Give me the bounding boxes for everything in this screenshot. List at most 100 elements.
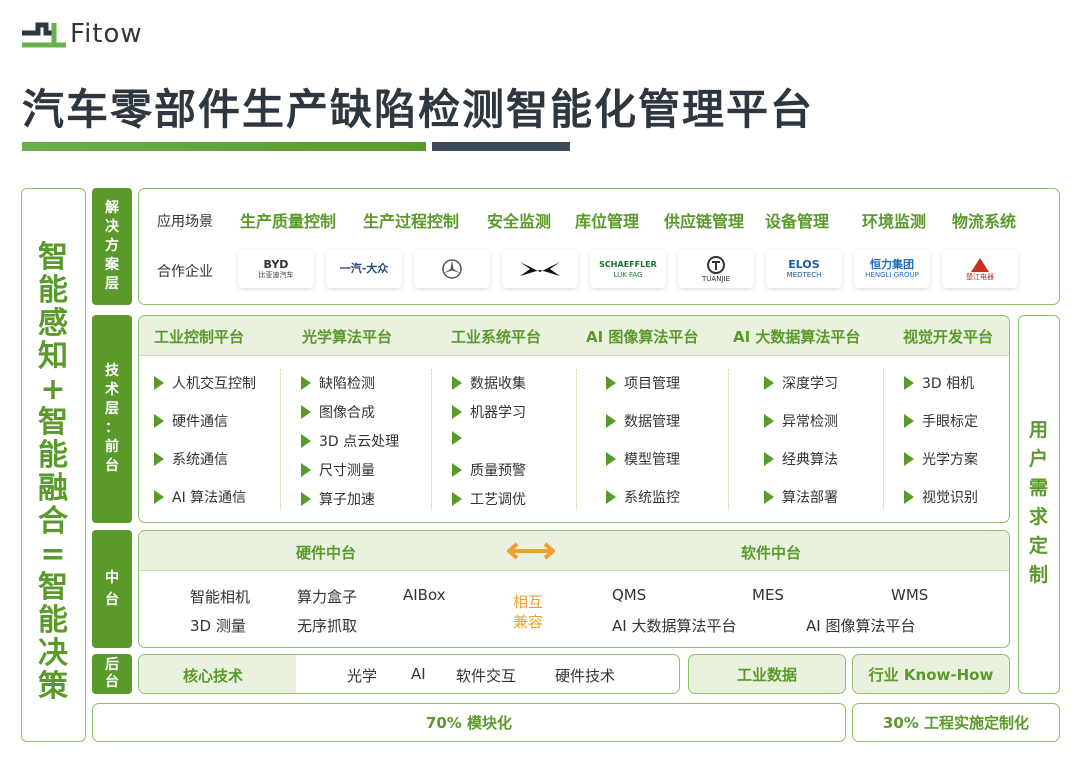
partner-name: SCHAEFFLER	[599, 259, 657, 269]
layer-tab-back: 后台	[92, 654, 132, 694]
partner-sub: MEDTECH	[786, 270, 822, 279]
partner-logo-card: ELOS MEDTECH	[766, 250, 842, 288]
bullet-arrow-icon	[452, 492, 462, 506]
hw-item-smart-camera: 智能相机	[190, 588, 251, 606]
platform-item-label: 图像合成	[319, 405, 375, 421]
platform-item: AI 算法通信	[154, 487, 246, 507]
bullet-arrow-icon	[606, 452, 616, 466]
partner-logo-list: BYD 比亚迪汽车 一汽-大众 SCHAEFFLER LUK FAG TUANJIE ELO…	[238, 250, 1028, 290]
left-column-char: 智	[38, 240, 68, 275]
industrial-data-panel: 工业数据	[688, 654, 846, 694]
bullet-arrow-icon	[452, 405, 462, 419]
left-column-box: 智能感知 + 智能融合 = 智能决策	[21, 188, 86, 742]
layer-tab-tech-front: 技术层 ： 前台	[92, 315, 132, 523]
platform-item: 缺陷检测	[301, 373, 375, 393]
platform-item: 异常检测	[764, 411, 838, 431]
platform-item-label: AI 算法通信	[172, 490, 247, 506]
partner-sub: TUANJIE	[702, 274, 730, 283]
platform-item: 手眼标定	[904, 411, 978, 431]
platform-item: 数据收集	[452, 373, 526, 393]
platform-item-label: 数据管理	[624, 414, 680, 430]
core-item-ai: AI	[411, 665, 426, 683]
scenario-item: 供应链管理	[664, 212, 745, 231]
partner-logo-card: 楚江电器	[942, 250, 1018, 288]
partner-logo-card: 恒力集团 HENGLI GROUP	[854, 250, 930, 288]
bullet-arrow-icon	[904, 490, 914, 504]
knowhow-panel: 行业 Know-How	[852, 654, 1010, 694]
bullet-arrow-icon	[904, 452, 914, 466]
bullet-arrow-icon	[452, 376, 462, 390]
platform-item: 光学方案	[904, 449, 978, 469]
double-arrow-icon	[507, 542, 555, 560]
bullet-arrow-icon	[764, 490, 774, 504]
bullet-arrow-icon	[154, 452, 164, 466]
layer-tab-middle: 中台	[92, 530, 132, 648]
platform-item: 人机交互控制	[154, 373, 256, 393]
left-column-char: =	[40, 537, 66, 572]
partner-logo-card: SCHAEFFLER LUK FAG	[590, 250, 666, 288]
bullet-arrow-icon	[452, 463, 462, 477]
industrial-data-label: 工业数据	[736, 665, 797, 684]
platform-item: 3D 点云处理	[301, 431, 399, 451]
platform-item-label: 系统监控	[624, 490, 680, 506]
bullet-arrow-icon	[154, 414, 164, 428]
platform-separator	[728, 369, 729, 509]
brand-name: Fitow	[70, 19, 143, 49]
platform-item-label: 手眼标定	[922, 414, 978, 430]
layer-tab-char: 层	[105, 276, 119, 292]
brand-logo: Fitow	[20, 16, 143, 52]
right-column-char: 制	[1028, 564, 1048, 586]
compat-line-1: 相互	[513, 593, 544, 611]
right-column-text: 用户需求定制	[1019, 416, 1058, 590]
middle-header-bar	[139, 531, 1009, 571]
platform-columns: 工业控制平台 人机交互控制 硬件通信 系统通信 AI 算法通信 光学算法平台 缺陷检测 图像合…	[140, 317, 1008, 521]
scenario-list: 生产质量控制 生产过程控制 安全监测 库位管理 供应链管理 设备管理 环境监测 物流系统	[240, 208, 1040, 232]
left-column-char: 策	[38, 669, 68, 704]
hardware-title: 硬件中台	[296, 544, 357, 562]
bullet-arrow-icon	[301, 463, 311, 477]
platform-title: AI 图像算法平台	[586, 328, 699, 346]
platform-title: 光学算法平台	[302, 328, 393, 346]
partner-logo-card	[414, 250, 490, 288]
platform-item	[452, 431, 470, 445]
platform-item: 机器学习	[452, 402, 526, 422]
layer-tab-solution: 解决方案层	[92, 188, 132, 305]
sw-item-ai-bigdata: AI 大数据算法平台	[612, 617, 737, 635]
custom-bar: 30% 工程实施定制化	[852, 703, 1060, 742]
platform-item-label: 系统通信	[172, 452, 228, 468]
platform-item-label: 算法部署	[782, 490, 838, 506]
platform-item: 系统监控	[606, 487, 680, 507]
platform-item: 图像合成	[301, 402, 375, 422]
platform-item: 3D 相机	[904, 373, 974, 393]
partners-label: 合作企业	[157, 264, 213, 280]
platform-separator	[431, 369, 432, 509]
platform-item-label: 数据收集	[470, 376, 526, 392]
platform-item: 经典算法	[764, 449, 838, 469]
platform-item-label: 人机交互控制	[172, 376, 256, 392]
mercedes-star-icon	[442, 259, 462, 279]
bullet-arrow-icon	[154, 376, 164, 390]
platform-item-label: 质量预警	[470, 463, 526, 479]
right-column-char: 用	[1028, 419, 1048, 441]
bullet-arrow-icon	[764, 452, 774, 466]
bullet-arrow-icon	[301, 434, 311, 448]
custom-label: 30% 工程实施定制化	[882, 714, 1030, 732]
platform-item: 算法部署	[764, 487, 838, 507]
left-column-char: 能	[38, 273, 68, 308]
bullet-arrow-icon	[764, 376, 774, 390]
modular-label: 70% 模块化	[425, 714, 513, 732]
sw-item-wms: WMS	[891, 586, 929, 604]
scenario-item: 设备管理	[765, 212, 830, 231]
page-title: 汽车零部件生产缺陷检测智能化管理平台	[22, 85, 815, 134]
platform-title: AI 大数据算法平台	[733, 328, 861, 346]
layer-tab-char: 方	[105, 238, 119, 254]
partner-logo-card	[502, 250, 578, 288]
bullet-arrow-icon	[301, 376, 311, 390]
scenario-item: 生产质量控制	[240, 212, 337, 231]
platform-item-label: 3D 相机	[922, 376, 975, 392]
left-column-char: 智	[38, 570, 68, 605]
platform-item: 数据管理	[606, 411, 680, 431]
platform-item: 系统通信	[154, 449, 228, 469]
platform-item-label: 视觉识别	[922, 490, 978, 506]
title-underline-green	[22, 142, 426, 151]
